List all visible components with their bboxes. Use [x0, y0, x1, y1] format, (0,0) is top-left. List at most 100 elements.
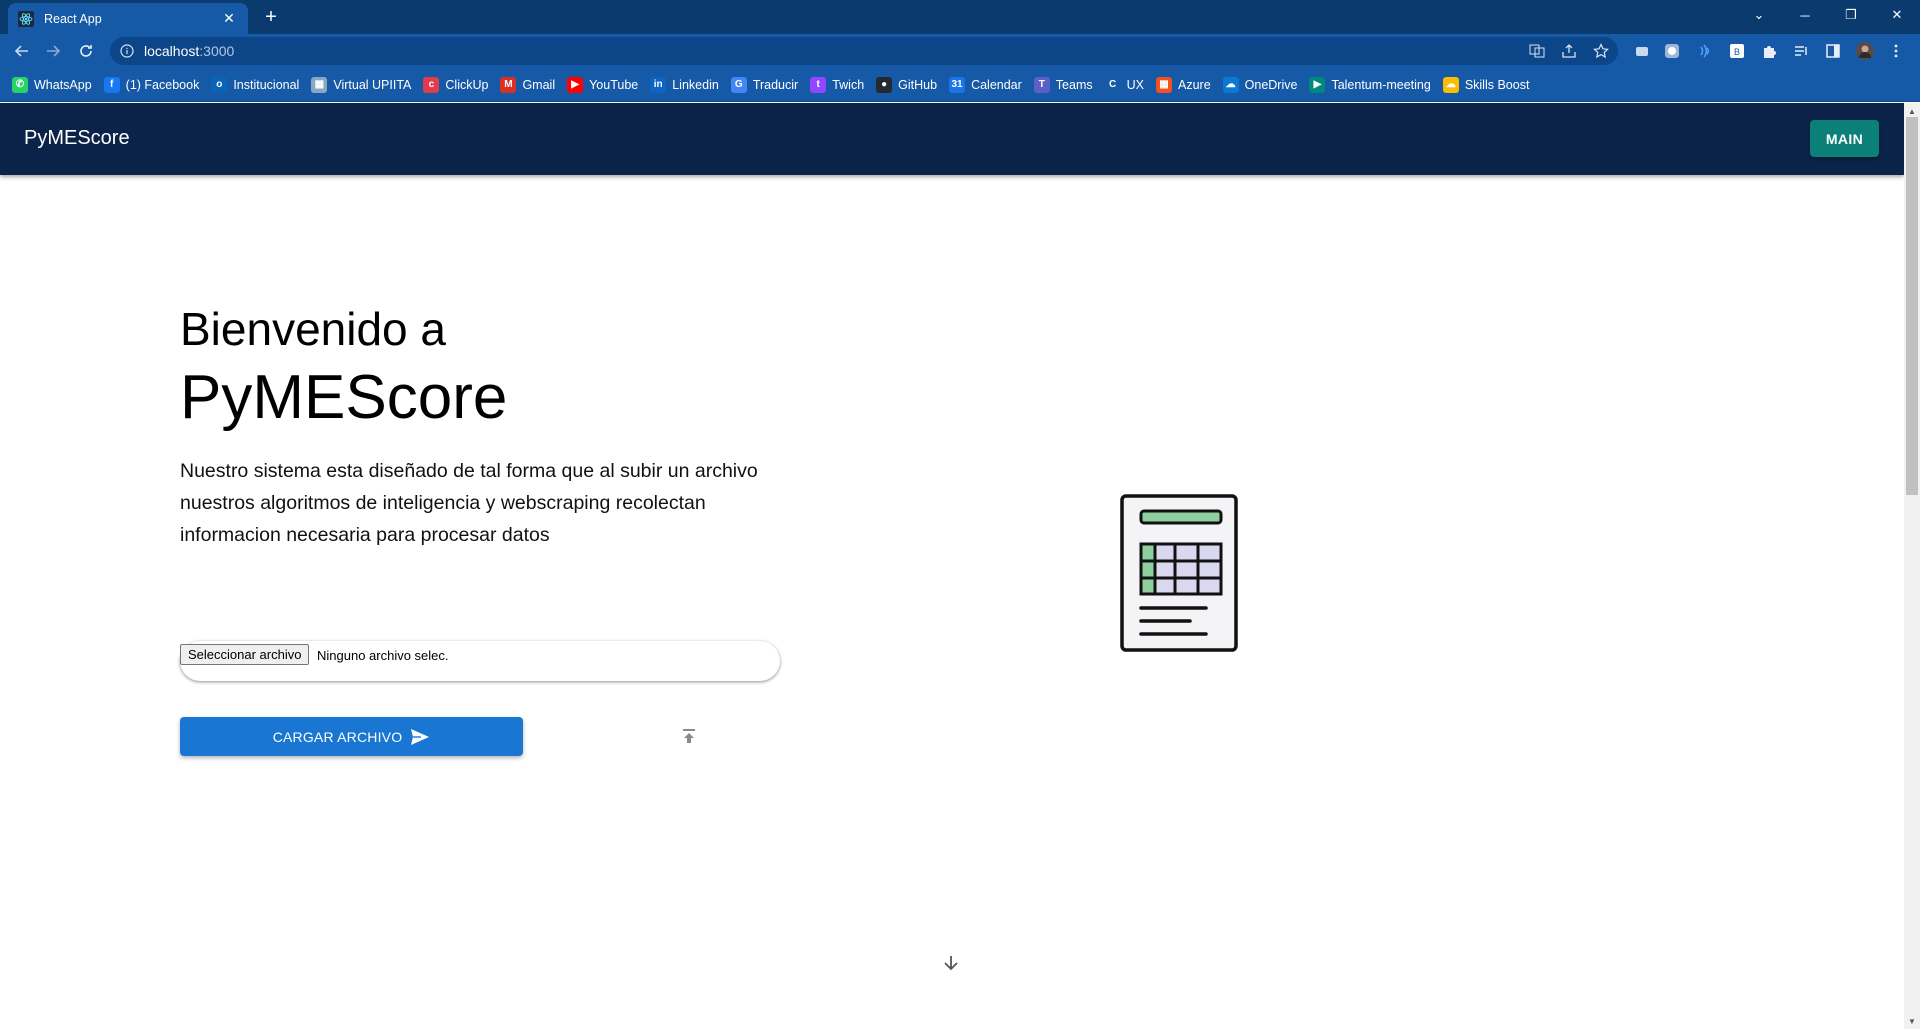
- translate-page-icon[interactable]: [1527, 41, 1547, 61]
- scroll-down-icon[interactable]: ▼: [1904, 1014, 1920, 1028]
- bookmark-traducir[interactable]: G Traducir: [730, 76, 799, 93]
- bookmark-azure[interactable]: ▦ Azure: [1156, 76, 1211, 93]
- extensions-puzzle-icon[interactable]: [1759, 41, 1779, 61]
- outlook-icon: o: [211, 76, 228, 93]
- bookmark-whatsapp[interactable]: ✆ WhatsApp: [12, 76, 92, 93]
- bookmark-youtube[interactable]: ▶ YouTube: [567, 76, 639, 93]
- calendar-icon: 31: [949, 76, 966, 93]
- onedrive-icon: ☁: [1222, 76, 1239, 93]
- meet-icon: ▶: [1309, 76, 1326, 93]
- brand-title[interactable]: PyMEScore: [24, 127, 130, 150]
- bookmark-label: Gmail: [522, 77, 556, 92]
- url-host: localhost: [144, 43, 200, 59]
- translate-icon: G: [730, 76, 747, 93]
- file-status-text: Ninguno archivo selec.: [317, 648, 449, 663]
- extension-1-icon[interactable]: [1632, 41, 1652, 61]
- bookmark-label: Talentum-meeting: [1331, 77, 1431, 92]
- spreadsheet-illustration-icon: [1120, 494, 1242, 654]
- ux-icon: C: [1104, 76, 1121, 93]
- bookmark-virtual-upiita[interactable]: ▦ Virtual UPIITA: [311, 76, 412, 93]
- upiita-icon: ▦: [311, 76, 328, 93]
- address-bar[interactable]: localhost:3000: [110, 37, 1618, 65]
- side-panel-icon[interactable]: [1823, 41, 1843, 61]
- bookmark-label: GitHub: [898, 77, 938, 92]
- upload-arrow-icon[interactable]: [679, 726, 699, 746]
- bookmark-skills-boost[interactable]: ☁ Skills Boost: [1442, 76, 1530, 93]
- bookmark-label: Virtual UPIITA: [333, 77, 412, 92]
- bookmark-github[interactable]: ● GitHub: [876, 76, 938, 93]
- scroll-down-arrow-icon[interactable]: [940, 952, 962, 974]
- share-icon[interactable]: [1559, 41, 1579, 61]
- svg-text:B: B: [1734, 47, 1740, 57]
- bookmark-label: Azure: [1178, 77, 1211, 92]
- scroll-up-icon[interactable]: ▲: [1904, 104, 1920, 118]
- bookmark-label: Skills Boost: [1464, 77, 1530, 92]
- youtube-icon: ▶: [567, 76, 584, 93]
- send-icon: [410, 728, 430, 746]
- welcome-heading: Bienvenido a: [180, 303, 446, 355]
- select-file-button[interactable]: Seleccionar archivo: [180, 644, 310, 665]
- browser-tab-bar: React App ✕ + ⌄ ─ ❐ ✕: [0, 0, 1920, 34]
- close-window-icon[interactable]: ✕: [1874, 0, 1920, 30]
- gmail-icon: M: [500, 76, 517, 93]
- bookmark-label: (1) Facebook: [125, 77, 200, 92]
- bookmark-1-facebook[interactable]: f (1) Facebook: [103, 76, 200, 93]
- site-info-icon[interactable]: [120, 43, 136, 59]
- bookmark-label: Calendar: [971, 77, 1022, 92]
- url-port: :3000: [199, 43, 235, 59]
- facebook-icon: f: [103, 76, 120, 93]
- github-icon: ●: [876, 76, 893, 93]
- bookmark-teams[interactable]: T Teams: [1033, 76, 1093, 93]
- twitch-icon: t: [810, 76, 827, 93]
- bookmark-institucional[interactable]: o Institucional: [211, 76, 300, 93]
- bookmark-twich[interactable]: t Twich: [810, 76, 865, 93]
- upload-file-button[interactable]: CARGAR ARCHIVO: [180, 717, 523, 756]
- teams-icon: T: [1033, 76, 1050, 93]
- cloud-skills-icon: ☁: [1442, 76, 1459, 93]
- scrollbar-thumb[interactable]: [1906, 117, 1918, 495]
- bookmark-label: YouTube: [589, 77, 639, 92]
- bookmark-talentum-meeting[interactable]: ▶ Talentum-meeting: [1309, 76, 1431, 93]
- bookmark-clickup[interactable]: c ClickUp: [423, 76, 489, 93]
- extension-3-icon[interactable]: [1694, 41, 1714, 61]
- bookmark-linkedin[interactable]: in Linkedin: [650, 76, 719, 93]
- bookmark-label: ClickUp: [445, 77, 489, 92]
- upload-button-label: CARGAR ARCHIVO: [272, 728, 403, 745]
- bookmark-label: Institucional: [233, 77, 300, 92]
- main-button[interactable]: MAIN: [1810, 120, 1879, 157]
- minimize-icon[interactable]: ─: [1782, 0, 1828, 30]
- react-favicon-icon: [18, 10, 34, 27]
- description-text: Nuestro sistema esta diseñado de tal for…: [180, 460, 758, 546]
- extension-2-icon[interactable]: [1662, 41, 1682, 61]
- microsoft-icon: ▦: [1156, 76, 1172, 93]
- tab-search-icon[interactable]: ⌄: [1736, 0, 1782, 30]
- bookmark-onedrive[interactable]: ☁ OneDrive: [1222, 76, 1297, 93]
- restore-icon[interactable]: ❐: [1828, 0, 1874, 30]
- extension-4-icon[interactable]: B: [1727, 41, 1747, 61]
- whatsapp-icon: ✆: [12, 76, 28, 93]
- back-icon[interactable]: [10, 39, 34, 63]
- new-tab-button[interactable]: +: [260, 6, 282, 28]
- forward-icon[interactable]: [41, 39, 65, 63]
- bookmark-star-icon[interactable]: [1591, 41, 1611, 61]
- bookmark-label: Twich: [832, 77, 865, 92]
- bookmark-label: Teams: [1055, 77, 1093, 92]
- clickup-icon: c: [423, 76, 440, 93]
- bookmark-gmail[interactable]: M Gmail: [500, 76, 556, 93]
- linkedin-icon: in: [650, 76, 667, 93]
- profile-avatar-icon[interactable]: [1855, 41, 1875, 61]
- app-name-heading: PyMEScore: [180, 363, 508, 432]
- bookmark-label: Linkedin: [672, 77, 719, 92]
- tab-close-icon[interactable]: ✕: [220, 10, 238, 28]
- bookmark-label: UX: [1126, 77, 1144, 92]
- reload-icon[interactable]: [74, 39, 98, 63]
- bookmark-label: Traducir: [752, 77, 799, 92]
- bookmark-calendar[interactable]: 31 Calendar: [949, 76, 1022, 93]
- browser-tab[interactable]: React App ✕: [8, 3, 248, 34]
- browser-menu-icon[interactable]: [1886, 41, 1906, 61]
- tab-title: React App: [44, 11, 102, 26]
- bookmark-ux[interactable]: C UX: [1104, 76, 1144, 93]
- reading-list-icon[interactable]: [1791, 41, 1811, 61]
- file-input-container[interactable]: Seleccionar archivo Ninguno archivo sele…: [180, 641, 780, 681]
- bookmark-label: WhatsApp: [34, 77, 92, 92]
